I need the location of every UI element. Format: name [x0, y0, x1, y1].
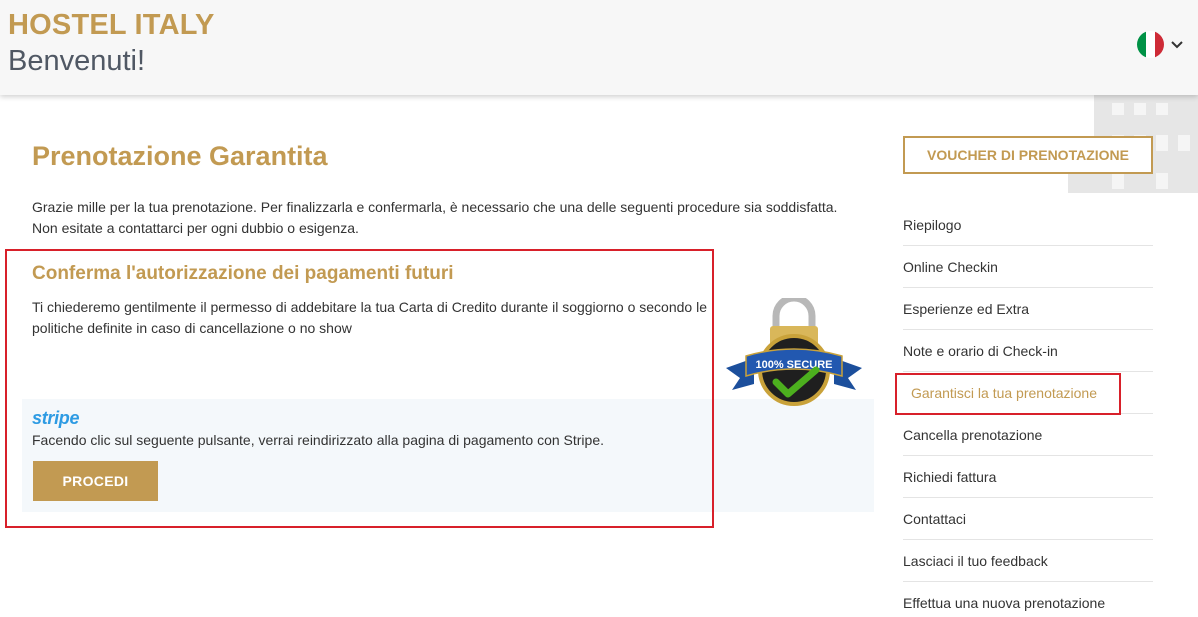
sidebar-item-esperienze-extra[interactable]: Esperienze ed Extra	[903, 288, 1153, 330]
sidebar-item-riepilogo[interactable]: Riepilogo	[903, 204, 1153, 246]
voucher-button[interactable]: VOUCHER DI PRENOTAZIONE	[903, 136, 1153, 174]
intro-text: Grazie mille per la tua prenotazione. Pe…	[32, 197, 862, 239]
intro-line-1: Grazie mille per la tua prenotazione. Pe…	[32, 199, 838, 215]
welcome-text: Benvenuti!	[8, 45, 146, 77]
italy-flag-icon	[1137, 31, 1164, 58]
sidebar-item-online-checkin[interactable]: Online Checkin	[903, 246, 1153, 288]
sidebar-item-cancella[interactable]: Cancella prenotazione	[903, 414, 1153, 456]
secure-badge-icon: 100% SECURE	[726, 298, 862, 406]
sidebar-item-note-orario[interactable]: Note e orario di Check-in	[903, 330, 1153, 372]
page-title: Prenotazione Garantita	[32, 141, 328, 171]
sidebar-item-nuova-prenotazione[interactable]: Effettua una nuova prenotazione	[903, 582, 1153, 617]
sidebar-menu: Riepilogo Online Checkin Esperienze ed E…	[903, 204, 1153, 617]
sidebar-item-richiedi-fattura[interactable]: Richiedi fattura	[903, 456, 1153, 498]
sidebar-item-feedback[interactable]: Lasciaci il tuo feedback	[903, 540, 1153, 582]
stripe-logo: stripe	[32, 408, 80, 428]
panel-title: Conferma l'autorizzazione dei pagamenti …	[32, 263, 454, 284]
sidebar-item-garantisci[interactable]: Garantisci la tua prenotazione	[903, 372, 1153, 414]
panel-description: Ti chiederemo gentilmente il permesso di…	[32, 299, 707, 336]
header: HOSTEL ITALY Benvenuti!	[0, 0, 1198, 95]
sidebar-item-contattaci[interactable]: Contattaci	[903, 498, 1153, 540]
language-selector[interactable]	[1137, 31, 1186, 58]
secure-badge-text: 100% SECURE	[755, 359, 832, 371]
brand-title[interactable]: HOSTEL ITALY	[8, 8, 215, 42]
stripe-redirect-text: Facendo clic sul seguente pulsante, verr…	[32, 432, 605, 448]
procedi-button[interactable]: PROCEDI	[33, 461, 158, 501]
intro-line-2: Non esitate a contattarci per ogni dubbi…	[32, 220, 359, 236]
chevron-down-icon	[1171, 40, 1183, 48]
